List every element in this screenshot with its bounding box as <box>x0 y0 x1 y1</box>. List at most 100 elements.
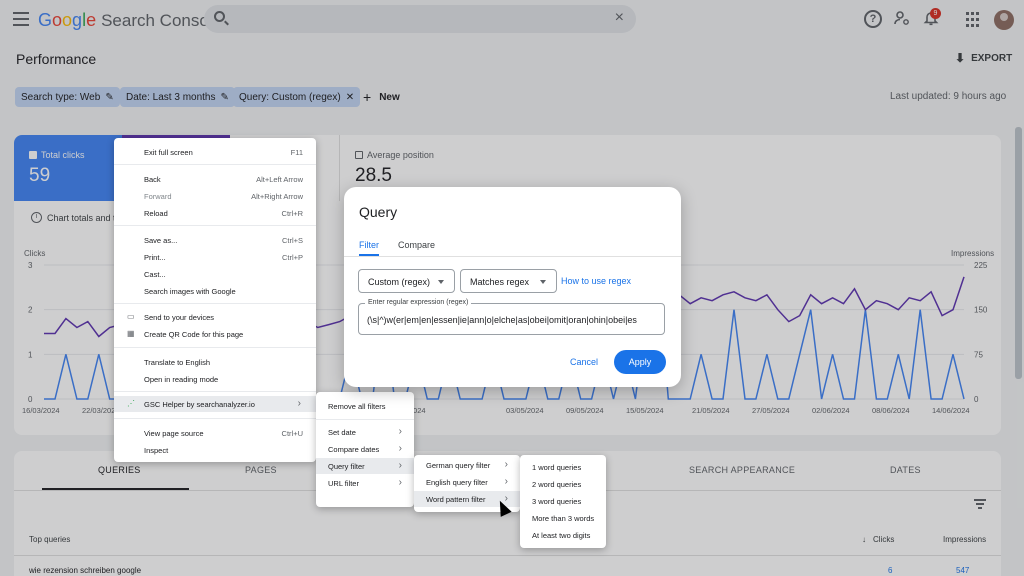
menu-shortcut: Alt+Left Arrow <box>256 175 303 184</box>
menu-label: Cast... <box>144 270 166 279</box>
menu-label: 3 word queries <box>532 497 582 506</box>
menu-item-send-devices[interactable]: ▭ Send to your devices <box>114 309 316 325</box>
chart-extension-icon: ⋰ <box>127 399 135 408</box>
menu-label: Set date <box>328 428 356 437</box>
menu-item-reload[interactable]: Reload Ctrl+R <box>114 205 316 221</box>
menu-label: URL filter <box>328 479 359 488</box>
chevron-right-icon: › <box>398 426 402 437</box>
divider <box>114 418 316 419</box>
menu-label: Forward <box>144 192 172 201</box>
menu-label: English query filter <box>426 478 488 487</box>
menu-label: Save as... <box>144 236 178 245</box>
menu-label: Print... <box>144 253 166 262</box>
menu-label: GSC Helper by searchanalyzer.io <box>144 400 255 409</box>
menu-shortcut: Alt+Right Arrow <box>251 192 303 201</box>
menu-item-save-as[interactable]: Save as... Ctrl+S <box>114 232 316 248</box>
divider <box>114 391 316 392</box>
menu-label: Translate to English <box>144 358 211 367</box>
menu-item-print[interactable]: Print... Ctrl+P <box>114 249 316 265</box>
chevron-right-icon: › <box>504 476 508 487</box>
word-pattern-submenu: 1 word queries 2 word queries 3 word que… <box>520 455 606 548</box>
chevron-right-icon: › <box>504 459 508 470</box>
menu-label: 2 word queries <box>532 480 582 489</box>
menu-label: Exit full screen <box>144 148 193 157</box>
menu-label: Open in reading mode <box>144 375 219 384</box>
menu-shortcut: Ctrl+R <box>281 209 303 218</box>
menu-label: German query filter <box>426 461 491 470</box>
tab-filter[interactable]: Filter <box>359 240 379 250</box>
menu-item-search-images[interactable]: Search images with Google <box>114 283 316 299</box>
match-type-select[interactable]: Matches regex <box>460 269 557 293</box>
gsc-helper-submenu: Remove all filters Set date › Compare dat… <box>316 392 414 507</box>
how-to-use-regex-link[interactable]: How to use regex <box>561 276 631 286</box>
qr-code-icon: ▦ <box>127 329 135 338</box>
menu-label: Remove all filters <box>328 402 386 411</box>
menu-item-compare-dates[interactable]: Compare dates › <box>316 441 414 457</box>
menu-label: Reload <box>144 209 168 218</box>
menu-shortcut: F11 <box>290 148 303 157</box>
menu-item-forward[interactable]: Forward Alt+Right Arrow <box>114 188 316 204</box>
menu-label: Compare dates <box>328 445 380 454</box>
menu-label: Word pattern filter <box>426 495 486 504</box>
chevron-down-icon <box>540 280 546 284</box>
divider <box>114 225 316 226</box>
divider <box>114 347 316 348</box>
menu-label: Search images with Google <box>144 287 236 296</box>
divider <box>114 164 316 165</box>
menu-item-url-filter[interactable]: URL filter › <box>316 475 414 491</box>
devices-icon: ▭ <box>127 312 135 321</box>
menu-shortcut: Ctrl+U <box>281 429 303 438</box>
menu-item-german-query-filter[interactable]: German query filter › <box>414 457 520 473</box>
menu-item-exit-fullscreen[interactable]: Exit full screen F11 <box>114 144 316 160</box>
scrollbar[interactable] <box>1015 127 1022 379</box>
menu-label: Query filter <box>328 462 365 471</box>
menu-item-gsc-helper[interactable]: ⋰ GSC Helper by searchanalyzer.io › <box>114 396 316 412</box>
cancel-button[interactable]: Cancel <box>570 357 598 367</box>
menu-label: Inspect <box>144 446 169 455</box>
divider <box>344 256 681 257</box>
menu-item-qr-code[interactable]: ▦ Create QR Code for this page <box>114 326 316 342</box>
chevron-down-icon <box>438 280 444 284</box>
menu-shortcut: Ctrl+S <box>281 236 303 245</box>
menu-item-reading-mode[interactable]: Open in reading mode <box>114 371 316 387</box>
apply-button[interactable]: Apply <box>614 350 666 374</box>
filter-type-select[interactable]: Custom (regex) <box>358 269 455 293</box>
regex-field-label: Enter regular expression (regex) <box>365 299 472 306</box>
regex-field[interactable]: Enter regular expression (regex) (\s|^)w… <box>358 299 665 335</box>
query-dialog: Query Filter Compare Custom (regex) Matc… <box>344 187 681 387</box>
menu-item-translate[interactable]: Translate to English <box>114 354 316 370</box>
tab-compare[interactable]: Compare <box>398 240 435 250</box>
menu-label: More than 3 words <box>532 514 595 523</box>
menu-item-cast[interactable]: Cast... <box>114 266 316 282</box>
menu-item-remove-all-filters[interactable]: Remove all filters <box>316 398 414 414</box>
menu-item-3-word-queries[interactable]: 3 word queries <box>520 493 606 509</box>
menu-item-2-word-queries[interactable]: 2 word queries <box>520 476 606 492</box>
menu-item-set-date[interactable]: Set date › <box>316 424 414 440</box>
menu-label: 1 word queries <box>532 463 582 472</box>
menu-label: View page source <box>144 429 204 438</box>
menu-label: Back <box>144 175 161 184</box>
chevron-right-icon: › <box>398 443 402 454</box>
menu-item-back[interactable]: Back Alt+Left Arrow <box>114 171 316 187</box>
context-menu: Exit full screen F11 Back Alt+Left Arrow F… <box>114 138 316 462</box>
select-value: Custom (regex) <box>368 277 431 287</box>
divider <box>316 419 414 420</box>
menu-item-1-word-queries[interactable]: 1 word queries <box>520 459 606 475</box>
chevron-right-icon: › <box>398 460 402 471</box>
menu-label: Send to your devices <box>144 313 215 322</box>
chevron-right-icon: › <box>297 398 301 409</box>
menu-item-view-source[interactable]: View page source Ctrl+U <box>114 425 316 441</box>
menu-item-more-than-3-words[interactable]: More than 3 words <box>520 510 606 526</box>
regex-input[interactable]: (\s|^)w(er|em|en|essen|ie|ann|o|elche|as… <box>367 315 659 325</box>
menu-item-query-filter[interactable]: Query filter › <box>316 458 414 474</box>
menu-item-at-least-two-digits[interactable]: At least two digits <box>520 527 606 543</box>
select-value: Matches regex <box>470 277 530 287</box>
menu-label: At least two digits <box>532 531 591 540</box>
chevron-right-icon: › <box>398 477 402 488</box>
menu-shortcut: Ctrl+P <box>281 253 303 262</box>
divider <box>114 303 316 304</box>
dialog-title: Query <box>359 204 398 220</box>
menu-label: Create QR Code for this page <box>144 330 244 339</box>
menu-item-inspect[interactable]: Inspect <box>114 442 316 458</box>
menu-item-english-query-filter[interactable]: English query filter › <box>414 474 520 490</box>
